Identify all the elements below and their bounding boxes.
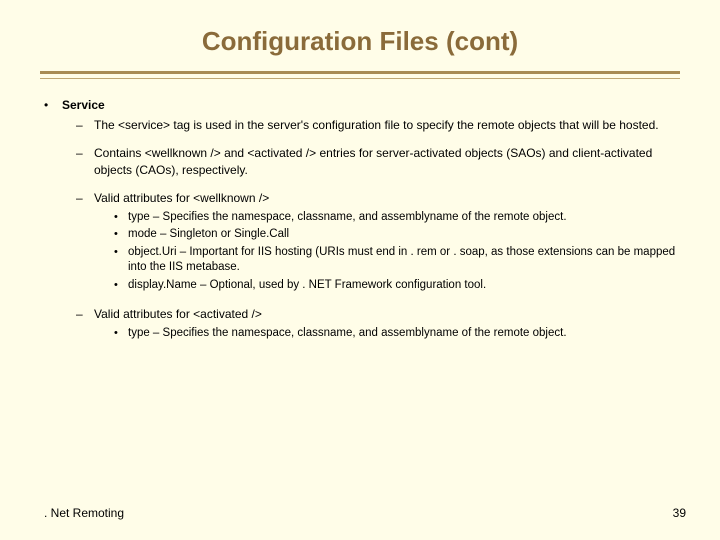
wellknown-attr-0: type – Specifies the namespace, classnam… — [112, 210, 680, 226]
service-point-0: The <service> tag is used in the server'… — [74, 117, 680, 133]
activated-attr-0: type – Specifies the namespace, classnam… — [112, 326, 680, 342]
wellknown-attr-2: object.Uri – Important for IIS hosting (… — [112, 245, 680, 276]
footer-page-number: 39 — [673, 506, 686, 520]
service-point-2: Valid attributes for <wellknown /> — [74, 190, 680, 206]
service-point-3: Valid attributes for <activated /> — [74, 306, 680, 322]
slide-title: Configuration Files (cont) — [40, 26, 680, 57]
content-body: Service The <service> tag is used in the… — [40, 97, 680, 341]
rule-thin — [40, 78, 680, 79]
wellknown-attr-1: mode – Singleton or Single.Call — [112, 227, 680, 243]
wellknown-attr-3: display.Name – Optional, used by . NET F… — [112, 278, 680, 294]
service-heading: Service — [62, 98, 105, 112]
service-point-1: Contains <wellknown /> and <activated />… — [74, 145, 680, 177]
title-rule — [40, 71, 680, 79]
bullet-service: Service — [40, 97, 680, 113]
slide: Configuration Files (cont) Service The <… — [0, 0, 720, 540]
rule-thick — [40, 71, 680, 74]
footer-left: . Net Remoting — [44, 506, 124, 520]
